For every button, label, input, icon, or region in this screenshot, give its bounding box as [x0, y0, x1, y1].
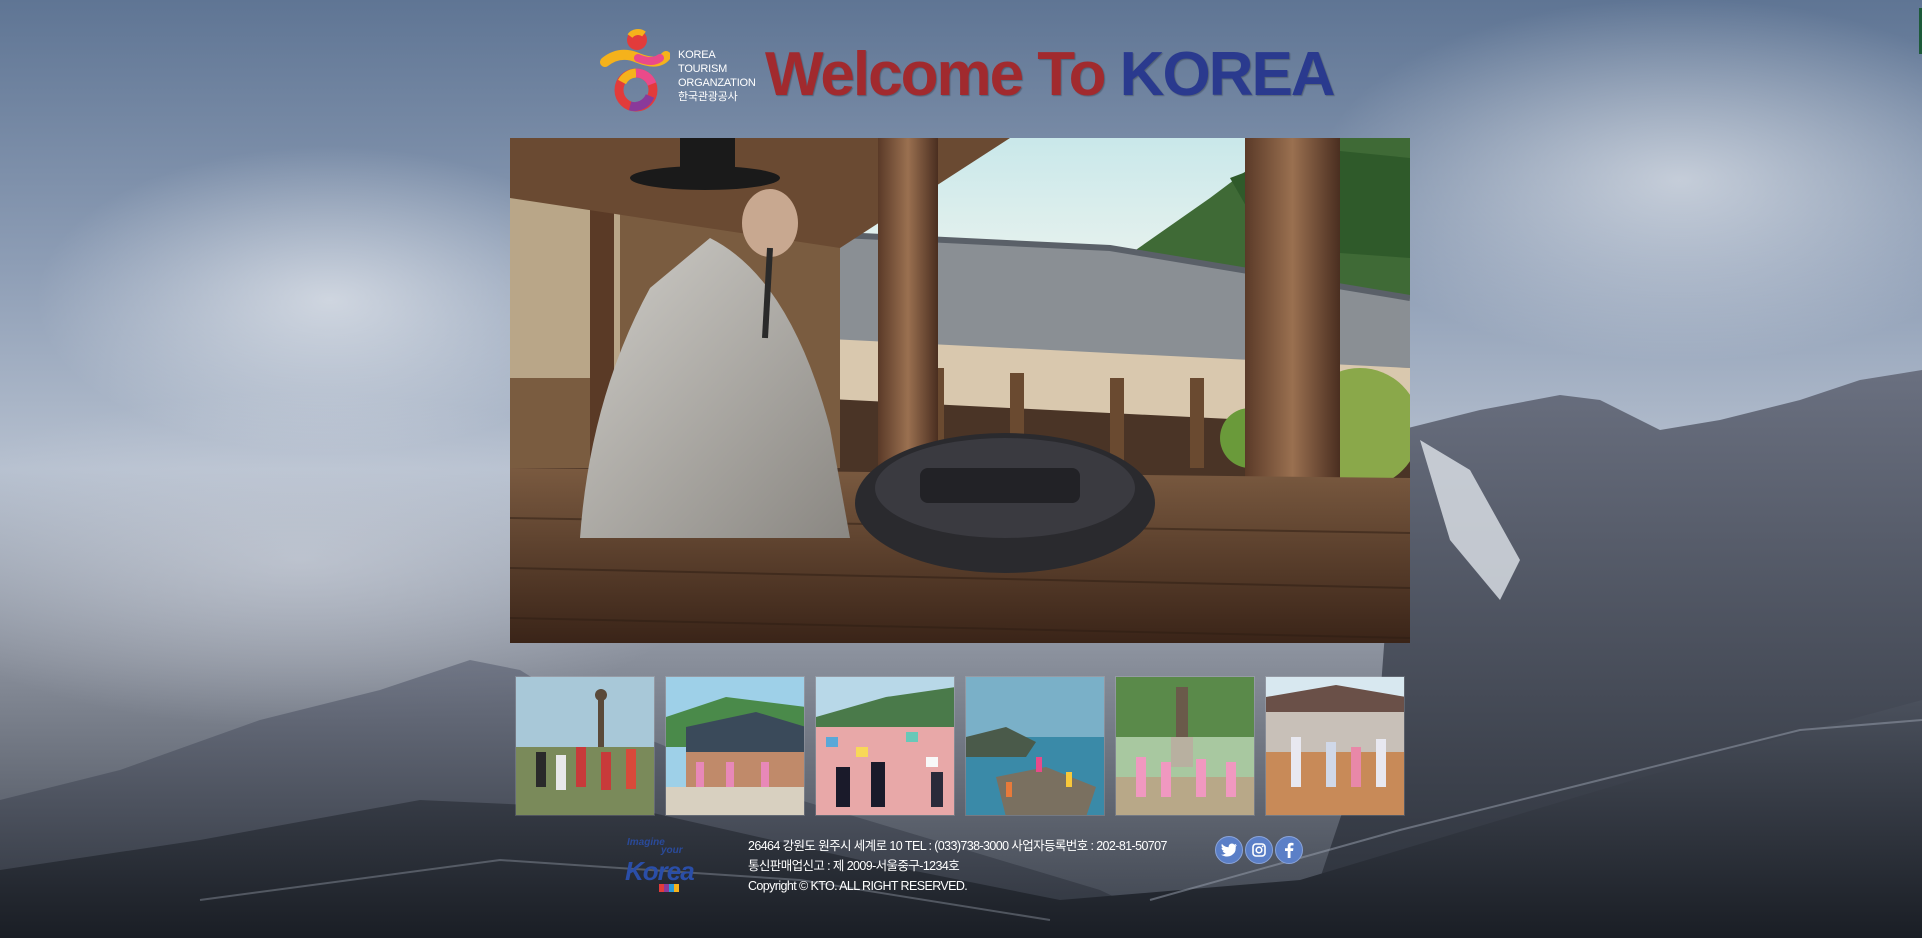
facebook-glyph-icon: [1285, 842, 1294, 858]
kto-line: 한국관광공사: [678, 91, 738, 103]
video-thumbnail[interactable]: [515, 676, 655, 816]
twitter-icon[interactable]: [1215, 836, 1243, 864]
title-welcome: Welcome To: [765, 40, 1120, 109]
footer-copyright: Copyright © KTO. ALL RIGHT RESERVED.: [748, 879, 968, 893]
iyk-korea: Korea: [625, 856, 695, 886]
iyk-color-mark-icon: [659, 884, 679, 892]
footer-license: 통신판매업신고 : 제 2009-서울중구-1234호: [748, 859, 960, 873]
footer-address: 26464 강원도 원주시 세계로 10 TEL : (033)738-3000…: [748, 839, 1167, 853]
footer: Imagine your Korea 26464 강원도 원주시 세계로 10 …: [625, 836, 1325, 896]
thumbnail-image: [1266, 677, 1404, 815]
video-thumbnail[interactable]: [965, 676, 1105, 816]
page-title: Welcome To KOREA: [765, 40, 1336, 110]
kto-line: KOREA: [678, 49, 716, 61]
iyk-imagine: Imagine: [627, 837, 665, 848]
title-korea: KOREA: [1119, 40, 1336, 109]
thumbnail-image: [516, 677, 654, 815]
thumbnail-image: [666, 677, 804, 815]
kto-logo-icon[interactable]: [600, 28, 670, 114]
instagram-glyph-icon: [1252, 843, 1266, 857]
thumbnail-image: [816, 677, 954, 815]
video-thumbnail[interactable]: [1265, 676, 1405, 816]
thumbnail-image: [966, 677, 1104, 815]
video-frame-image: [510, 138, 1410, 643]
facebook-icon[interactable]: [1275, 836, 1303, 864]
kto-line: ORGANZATION: [678, 77, 756, 89]
iyk-your: your: [661, 845, 683, 856]
kto-line: TOURISM: [678, 63, 728, 75]
video-thumbnail[interactable]: [815, 676, 955, 816]
twitter-glyph-icon: [1221, 843, 1237, 857]
instagram-icon[interactable]: [1245, 836, 1273, 864]
kto-wordmark: KOREA TOURISM ORGANZATION 한국관광공사: [678, 48, 756, 104]
video-thumbnail[interactable]: [665, 676, 805, 816]
video-thumbnail[interactable]: [1115, 676, 1255, 816]
thumbnail-image: [1116, 677, 1254, 815]
footer-info: 26464 강원도 원주시 세계로 10 TEL : (033)738-3000…: [748, 836, 1167, 896]
imagine-your-korea-logo[interactable]: Imagine your Korea: [625, 836, 710, 894]
header: KOREA TOURISM ORGANZATION 한국관광공사 Welcome…: [600, 26, 1336, 116]
video-thumbnail-strip: [515, 676, 1405, 816]
main-video[interactable]: [510, 138, 1410, 643]
